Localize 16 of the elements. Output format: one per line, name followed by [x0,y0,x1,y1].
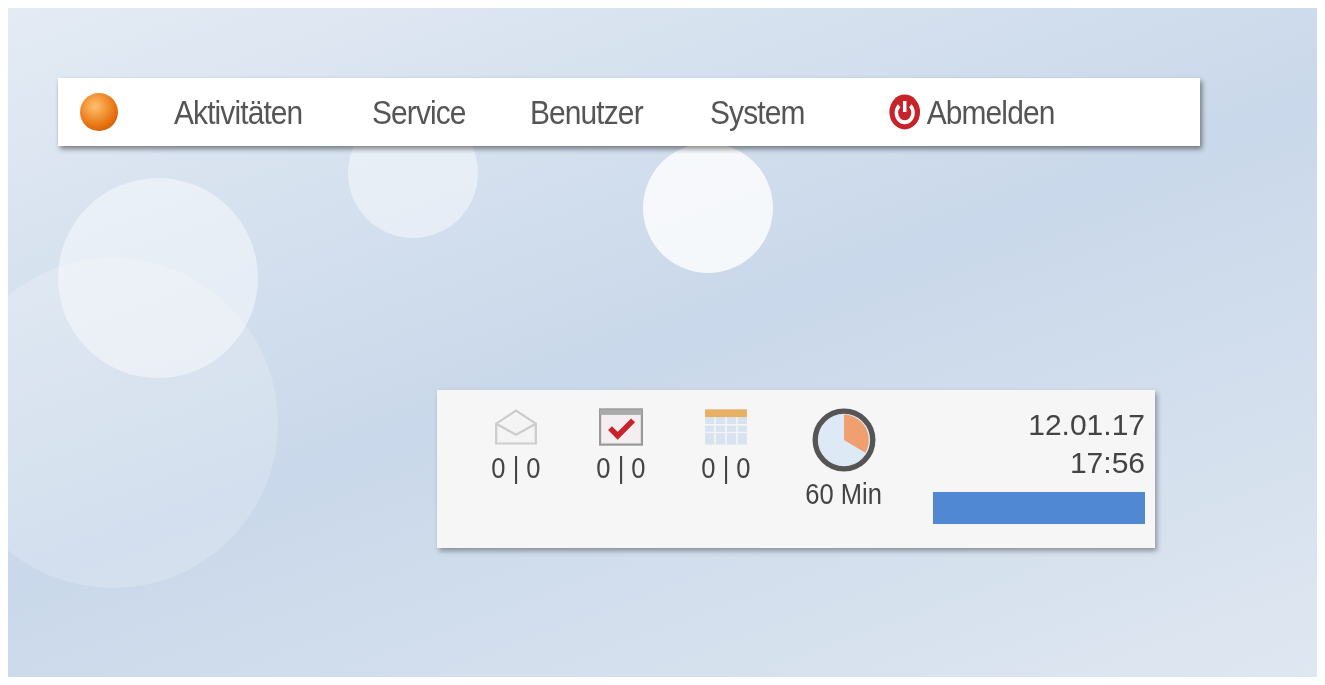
timer-icon[interactable] [812,408,876,472]
menu-item[interactable]: System [710,92,805,132]
calendar-icon[interactable] [703,408,748,446]
power-icon [887,93,922,131]
counter-text: 0 | 0 [700,452,751,485]
menu-item[interactable]: Aktivitäten [174,92,303,132]
menu-item[interactable]: Benutzer [530,92,643,132]
date-text: 12.01.17 [1028,408,1145,442]
checkbox-icon[interactable] [598,408,643,446]
time-text: 17:56 [1069,446,1145,480]
menu-item[interactable]: Service [371,92,466,132]
counter-text: 0 | 0 [490,452,541,485]
logout-link[interactable]: Abmelden [887,92,1055,132]
counter-text: 60 Min [805,478,883,511]
orb-logo-icon[interactable] [80,93,118,131]
counter-text: 0 | 0 [595,452,646,485]
